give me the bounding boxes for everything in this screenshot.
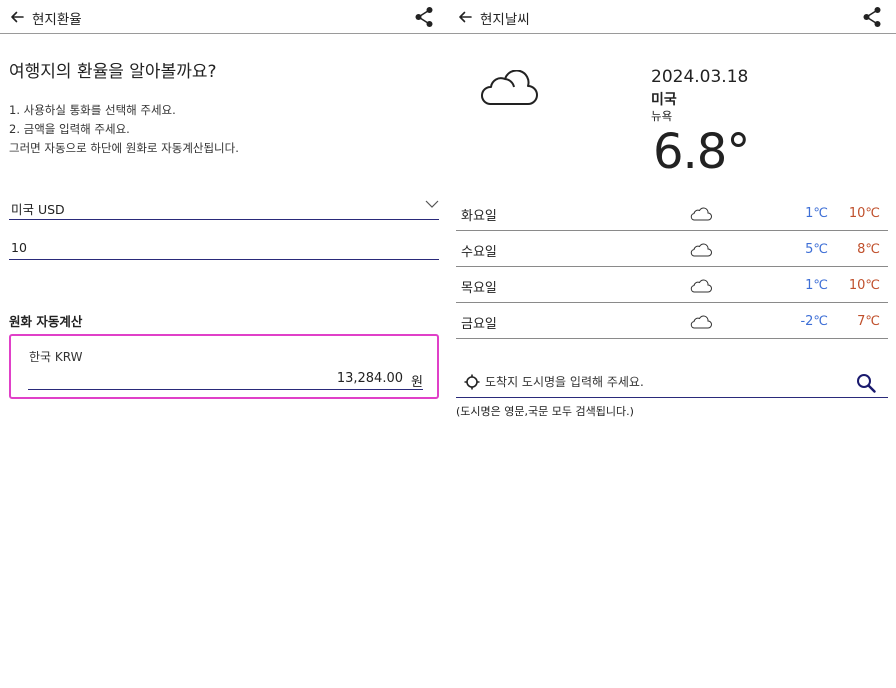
cloud-icon xyxy=(690,315,712,329)
exchange-heading: 여행지의 환율을 알아볼까요? xyxy=(9,62,217,82)
forecast-day: 수요일 xyxy=(461,245,497,260)
share-icon[interactable] xyxy=(414,6,434,28)
weather-country: 미국 xyxy=(651,92,677,108)
forecast-day: 목요일 xyxy=(461,281,497,296)
krw-result-value: 13,284.00 xyxy=(336,371,403,386)
forecast-min-temp: -2℃ xyxy=(800,314,828,329)
instruction-step-3: 그러면 자동으로 하단에 원화로 자동계산됩니다. xyxy=(9,141,239,155)
amount-input[interactable] xyxy=(9,235,439,259)
share-icon[interactable] xyxy=(862,6,882,28)
cloud-icon xyxy=(690,207,712,221)
back-arrow-icon[interactable] xyxy=(457,9,473,25)
forecast-min-temp: 5℃ xyxy=(805,242,828,257)
weather-city: 뉴욕 xyxy=(651,109,673,123)
city-search-bar xyxy=(456,367,888,398)
forecast-row: 화요일 1℃ 10℃ xyxy=(456,195,888,231)
currency-select-value: 미국 USD xyxy=(11,202,65,217)
amount-field-wrapper xyxy=(9,235,439,260)
krw-result-unit: 원 xyxy=(411,375,423,390)
forecast-max-temp: 8℃ xyxy=(857,242,880,257)
forecast-max-temp: 10℃ xyxy=(848,206,880,221)
exchange-app-bar: 현지환율 xyxy=(0,0,448,34)
forecast-min-temp: 1℃ xyxy=(805,206,828,221)
forecast-row: 목요일 1℃ 10℃ xyxy=(456,267,888,303)
city-search-input[interactable] xyxy=(485,371,845,393)
weather-app-bar: 현지날씨 xyxy=(448,0,896,34)
krw-currency-label: 한국 KRW xyxy=(29,350,83,364)
current-temperature: 6.8° xyxy=(653,124,750,180)
exchange-title: 현지환율 xyxy=(32,12,82,28)
forecast-max-temp: 10℃ xyxy=(848,278,880,293)
auto-calc-label: 원화 자동계산 xyxy=(9,314,83,329)
forecast-day: 화요일 xyxy=(461,209,497,224)
instruction-step-1: 1. 사용하실 통화를 선택해 주세요. xyxy=(9,103,176,117)
krw-result-line: 13,284.00 원 xyxy=(28,368,423,390)
instruction-step-2: 2. 금액을 입력해 주세요. xyxy=(9,122,130,136)
weather-title: 현지날씨 xyxy=(480,12,530,28)
forecast-list: 화요일 1℃ 10℃ 수요일 5℃ 8℃ 목요일 1℃ 10℃ 금요일 -2℃ … xyxy=(456,195,888,339)
forecast-row: 수요일 5℃ 8℃ xyxy=(456,231,888,267)
krw-result-box: 한국 KRW 13,284.00 원 xyxy=(9,334,439,399)
chevron-down-icon xyxy=(425,200,439,208)
forecast-row: 금요일 -2℃ 7℃ xyxy=(456,303,888,339)
back-arrow-icon[interactable] xyxy=(9,9,25,25)
cloud-icon xyxy=(481,70,538,105)
exchange-panel: 현지환율 여행지의 환율을 알아볼까요? 1. 사용하실 통화를 선택해 주세요… xyxy=(0,0,448,688)
search-hint: (도시명은 영문,국문 모두 검색됩니다.) xyxy=(456,405,634,418)
forecast-day: 금요일 xyxy=(461,317,497,332)
cloud-icon xyxy=(690,279,712,293)
currency-select[interactable]: 미국 USD xyxy=(9,195,439,220)
forecast-max-temp: 7℃ xyxy=(857,314,880,329)
cloud-icon xyxy=(690,243,712,257)
weather-panel: 현지날씨 2024.03.18 미국 뉴욕 6.8° 화요일 1℃ 10℃ 수요… xyxy=(448,0,896,688)
forecast-min-temp: 1℃ xyxy=(805,278,828,293)
weather-date: 2024.03.18 xyxy=(651,67,749,87)
location-crosshair-icon[interactable] xyxy=(464,374,480,390)
search-icon[interactable] xyxy=(856,373,876,393)
